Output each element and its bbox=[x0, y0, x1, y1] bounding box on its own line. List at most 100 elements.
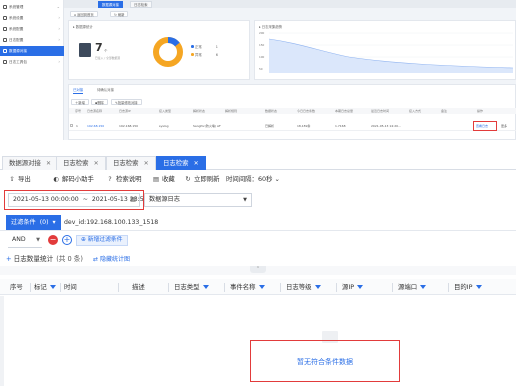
source-stats-card: ▸ 数据源统计 7 个 已接入 / 全部数据源 正常 1 异常 6 bbox=[68, 20, 250, 80]
helper-icon: ◐ bbox=[53, 175, 59, 183]
filter-icon[interactable] bbox=[49, 284, 56, 289]
y-tick-label: 100 bbox=[259, 55, 265, 59]
collect-button[interactable]: ▤ 收藏 bbox=[152, 172, 175, 186]
top-tab-log-search[interactable]: 日志检索 bbox=[130, 1, 152, 8]
filter-icon[interactable] bbox=[475, 284, 482, 289]
filter-icon[interactable] bbox=[202, 284, 209, 289]
sidebar-item-system-config[interactable]: 系统配置 › bbox=[0, 24, 64, 34]
legend-dot-normal bbox=[191, 45, 194, 48]
column-divider bbox=[448, 283, 449, 292]
decode-helper-button[interactable]: ◐ 解码小助手 bbox=[52, 172, 94, 186]
filter-expression[interactable]: dev_id:192.168.100.133_1518 bbox=[64, 219, 158, 226]
collapse-handle[interactable]: ⌃ bbox=[250, 266, 266, 273]
col-today-count: 今日日志条数 bbox=[297, 109, 316, 113]
filter-icon[interactable] bbox=[420, 284, 427, 289]
add-filter-icon[interactable]: + bbox=[62, 235, 72, 245]
source-select[interactable]: 数据源日志 ▼ bbox=[144, 193, 252, 207]
filter-icon[interactable] bbox=[258, 284, 265, 289]
column-divider bbox=[30, 283, 31, 292]
sidebar-item-log-toolkit[interactable]: 日志工具包 › bbox=[0, 57, 64, 67]
chevron-right-icon: › bbox=[58, 15, 60, 20]
y-tick-label: 200 bbox=[259, 31, 265, 35]
col-index[interactable]: 序号 bbox=[10, 281, 23, 294]
row-checkbox[interactable] bbox=[70, 124, 73, 127]
caret-down-icon: ▾ bbox=[52, 219, 56, 226]
column-divider bbox=[336, 283, 337, 292]
col-log-level[interactable]: 日志等级 bbox=[286, 281, 321, 294]
row-index: 1 bbox=[76, 124, 78, 128]
close-icon[interactable]: ✕ bbox=[46, 160, 51, 167]
chevron-down-icon: ⌄ bbox=[274, 175, 280, 183]
filter-icon[interactable] bbox=[314, 284, 321, 289]
logic-select[interactable]: AND ▼ bbox=[8, 234, 42, 248]
add-source-button[interactable]: ＋新增 bbox=[71, 99, 89, 105]
col-remark: 备注 bbox=[441, 109, 448, 113]
view-log-link[interactable]: 查看日志 bbox=[476, 124, 488, 128]
col-log-type[interactable]: 日志类型 bbox=[174, 281, 209, 294]
source-total-unit: 个 bbox=[104, 49, 108, 53]
back-home-button[interactable]: ⌂ 返回到首页 bbox=[70, 11, 98, 17]
settings-icon bbox=[3, 15, 7, 20]
chevron-right-icon: › bbox=[58, 37, 60, 42]
legend-abnormal: 异常 6 bbox=[191, 52, 218, 57]
stats-heading: + 日志数量统计 (共 0 条) ⇄ 隐藏统计图 bbox=[6, 255, 130, 263]
tab-connected[interactable]: 已对接 bbox=[73, 87, 84, 94]
delete-source-button[interactable]: ▪删除 bbox=[91, 99, 108, 105]
sidebar-item-log-config[interactable]: 日志配置 › bbox=[0, 35, 64, 45]
row-name[interactable]: 192.68.150 bbox=[87, 124, 104, 128]
col-time[interactable]: 时间 bbox=[64, 281, 77, 294]
sidebar-item-data-source[interactable]: 数据源对接 bbox=[0, 46, 64, 56]
remove-filter-icon[interactable]: − bbox=[48, 235, 58, 245]
hide-stats-link[interactable]: ⇄ 隐藏统计图 bbox=[93, 256, 130, 263]
source-total-sub: 已接入 / 全部数据源 bbox=[95, 56, 121, 60]
col-parse-status: 解析状态 bbox=[193, 109, 206, 113]
close-icon[interactable]: ✕ bbox=[94, 160, 99, 167]
sidebar-item-system-settings[interactable]: 系统设置 › bbox=[0, 13, 64, 23]
tab-log-search-active[interactable]: 日志检索 ✕ bbox=[156, 156, 206, 170]
col-index: 序号 bbox=[75, 109, 82, 113]
row-data-status: 已解析 bbox=[265, 124, 275, 128]
tab-data-source[interactable]: 数据源对接 ✕ bbox=[2, 156, 58, 170]
filter-condition-chip[interactable]: 过滤条件 (0) ▾ bbox=[6, 215, 61, 230]
row-total: 1.7168 bbox=[335, 124, 346, 128]
filter-icon[interactable] bbox=[357, 284, 364, 289]
col-data-status: 数据状态 bbox=[265, 109, 278, 113]
y-tick-label: 150 bbox=[259, 43, 265, 47]
plus-icon: + bbox=[6, 255, 14, 263]
source-stats-title: ▸ 数据源统计 bbox=[73, 25, 93, 29]
tab-pending[interactable]: 待确认对接 bbox=[97, 87, 114, 92]
col-src-ip[interactable]: 源IP bbox=[342, 281, 364, 294]
tab-log-search-1[interactable]: 日志检索 ✕ bbox=[56, 156, 106, 170]
col-src-port[interactable]: 源端口 bbox=[398, 281, 427, 294]
refresh-interval-select[interactable]: 时间间隔：60秒 ⌄ bbox=[226, 172, 280, 186]
legend-normal: 正常 1 bbox=[191, 44, 218, 49]
add-filter-button[interactable]: ⊕ 新增过滤条件 bbox=[76, 235, 128, 246]
close-icon[interactable]: ✕ bbox=[194, 160, 199, 167]
more-link[interactable]: 更多 bbox=[501, 124, 507, 128]
refresh-now-button[interactable]: ↻ 立即刷新 bbox=[184, 172, 219, 186]
bookmark-icon: ▤ bbox=[152, 175, 160, 183]
col-mark[interactable]: 标记 bbox=[34, 281, 56, 294]
close-icon[interactable]: ✕ bbox=[144, 160, 149, 167]
plus-icon: ⊕ bbox=[81, 237, 88, 243]
col-description[interactable]: 描述 bbox=[132, 281, 145, 294]
table-row[interactable]: 1 192.68.150 192.168.150 syslog Sangfor(… bbox=[69, 121, 516, 131]
time-range-picker[interactable]: 2021-05-13 00:00:00 ~ 2021-05-13 23:59:5… bbox=[8, 193, 158, 207]
col-event-name[interactable]: 事件名称 bbox=[230, 281, 265, 294]
export-button[interactable]: ⇪ 导出 bbox=[8, 172, 30, 186]
toolkit-icon bbox=[3, 59, 7, 64]
col-operation: 操作 bbox=[477, 109, 484, 113]
chevron-right-icon: › bbox=[58, 26, 60, 31]
caret-down-icon: ▼ bbox=[243, 197, 247, 203]
sidebar-item-system-management[interactable]: 系统管理 ⌄ bbox=[0, 2, 64, 12]
row-ip: 192.168.150 bbox=[119, 124, 139, 128]
left-gutter bbox=[0, 296, 4, 386]
column-divider bbox=[60, 283, 61, 292]
col-dst-ip[interactable]: 目的IP bbox=[454, 281, 482, 294]
refresh-top-button[interactable]: ↻ 刷新 bbox=[110, 11, 129, 17]
batch-edit-button[interactable]: ✎批量修改对接 bbox=[111, 99, 142, 105]
search-guide-button[interactable]: ? 检索说明 bbox=[106, 172, 141, 186]
log-icon bbox=[3, 37, 7, 42]
tab-log-search-2[interactable]: 日志检索 ✕ bbox=[106, 156, 156, 170]
top-tab-data-source[interactable]: 数据源对接 bbox=[98, 1, 123, 8]
